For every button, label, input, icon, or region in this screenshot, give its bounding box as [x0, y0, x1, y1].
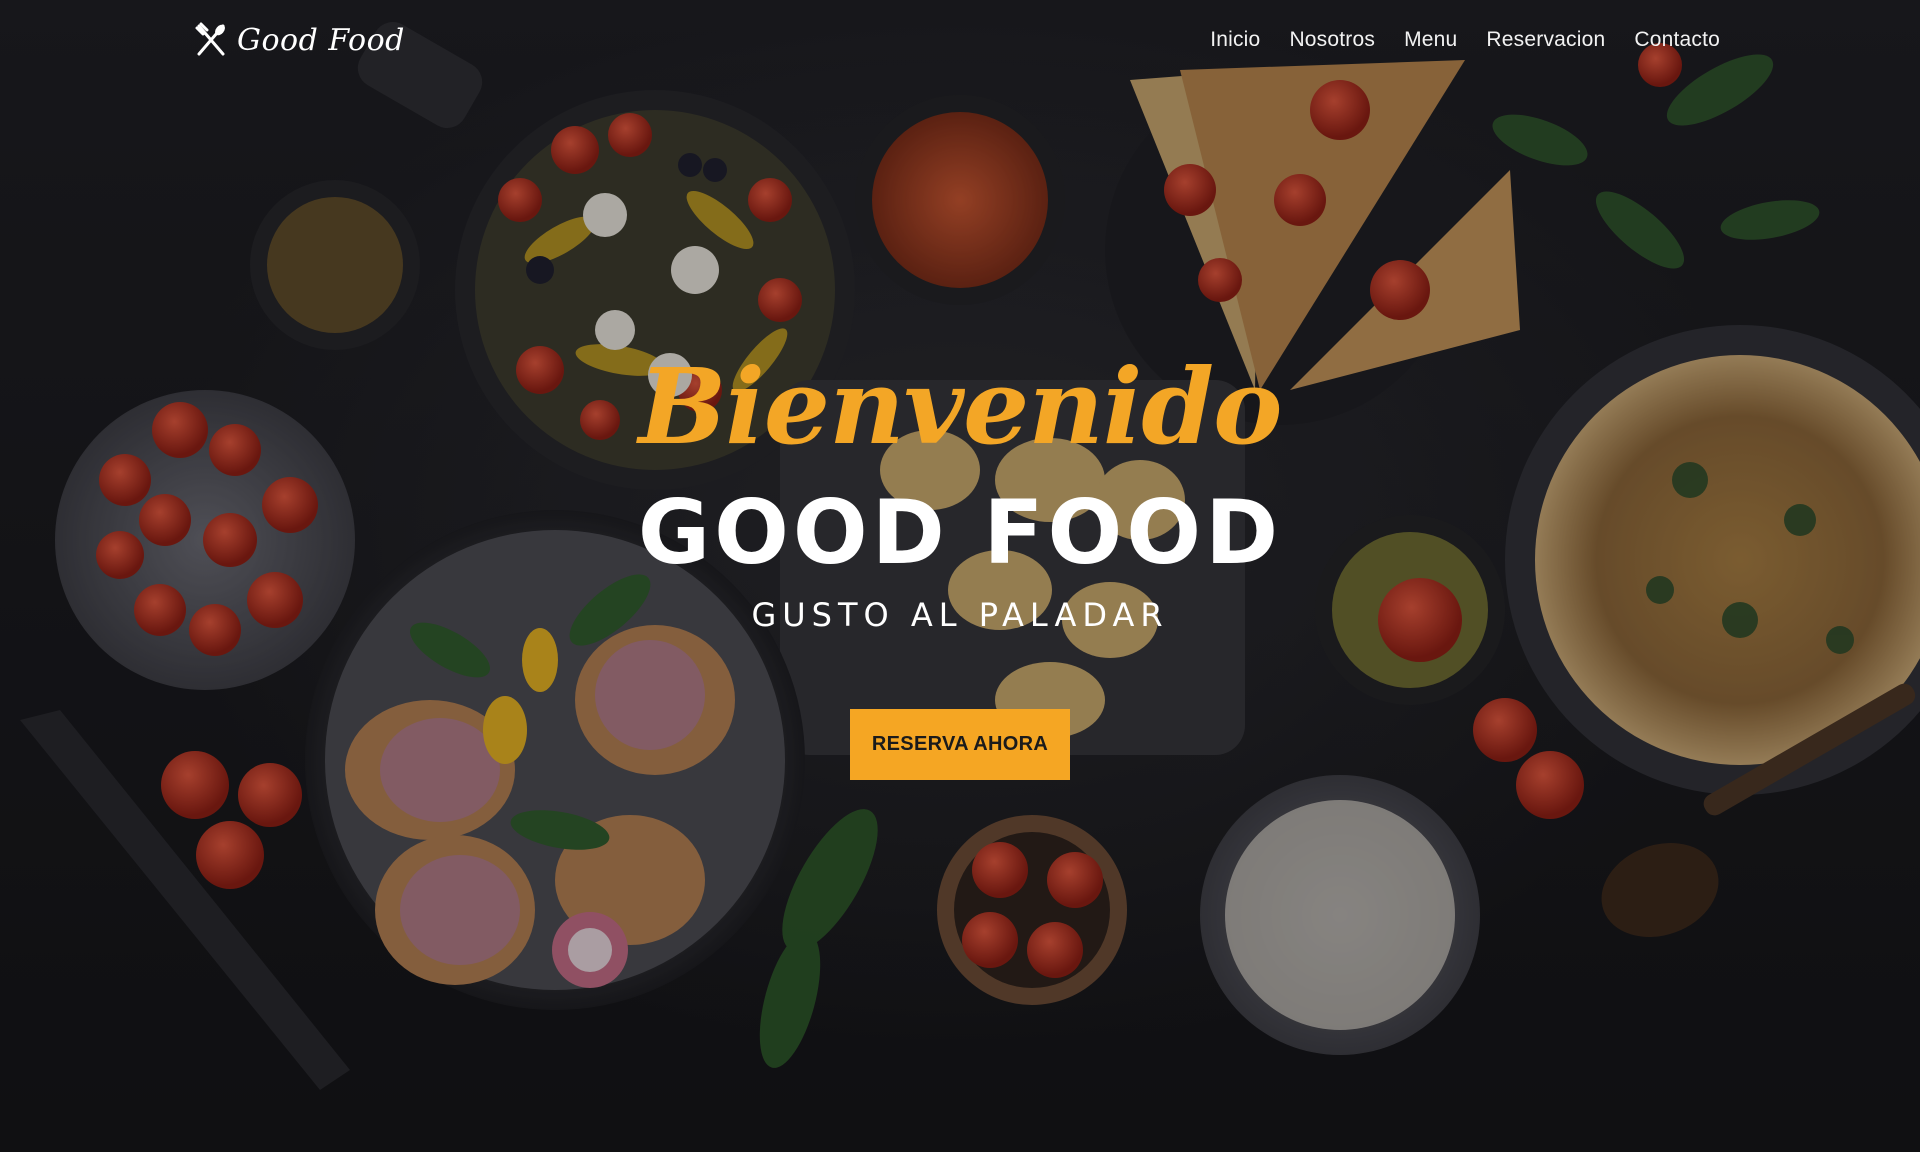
brand-logo-link[interactable]: Good Food	[193, 22, 405, 58]
welcome-heading: Bienvenido	[638, 345, 1283, 468]
reserve-now-button[interactable]: RESERVA AHORA	[849, 709, 1071, 780]
nav-link-reservacion[interactable]: Reservacion	[1486, 28, 1605, 51]
nav-menu: Inicio Nosotros Menu Reservacion Contact…	[1210, 28, 1720, 52]
hero-section: Good Food Inicio Nosotros Menu Reservaci…	[0, 0, 1920, 1152]
brand-name: Good Food	[237, 22, 405, 58]
nav-link-nosotros[interactable]: Nosotros	[1289, 28, 1375, 51]
hero-content: Bienvenido GOOD FOOD GUSTO AL PALADAR RE…	[0, 355, 1920, 780]
nav-link-menu[interactable]: Menu	[1404, 28, 1457, 51]
hero-title: GOOD FOOD	[637, 481, 1283, 584]
fork-knife-icon	[195, 22, 225, 56]
nav-item-contacto: Contacto	[1634, 28, 1720, 52]
nav-item-inicio: Inicio	[1210, 28, 1260, 52]
nav-item-menu: Menu	[1404, 28, 1457, 52]
navbar: Good Food Inicio Nosotros Menu Reservaci…	[0, 0, 1920, 86]
nav-link-contacto[interactable]: Contacto	[1634, 28, 1720, 51]
nav-item-nosotros: Nosotros	[1289, 28, 1375, 52]
nav-link-inicio[interactable]: Inicio	[1210, 28, 1260, 51]
hero-tagline: GUSTO AL PALADAR	[751, 596, 1169, 634]
nav-item-reservacion: Reservacion	[1486, 28, 1605, 52]
